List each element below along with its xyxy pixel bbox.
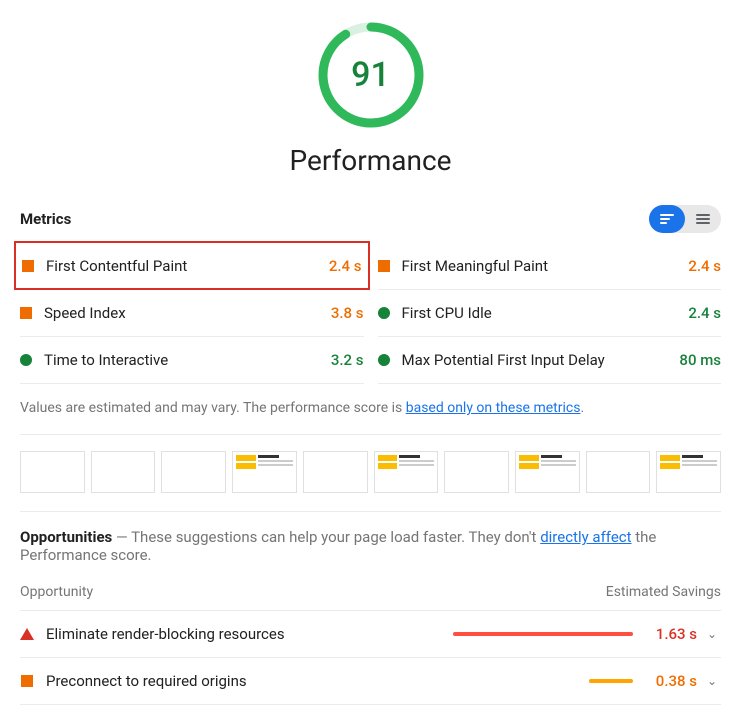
- opportunity-row[interactable]: Preconnect to required origins 0.38 s ⌄: [20, 658, 721, 705]
- metric-label: First Contentful Paint: [46, 257, 329, 275]
- filmstrip-frame: [374, 451, 439, 493]
- metric-value: 2.4 s: [329, 257, 362, 275]
- warning-triangle-icon: [20, 628, 34, 640]
- opportunities-intro: Opportunities — These suggestions can he…: [20, 512, 721, 570]
- opp-col-left: Opportunity: [20, 584, 93, 600]
- chevron-down-icon[interactable]: ⌄: [703, 674, 721, 688]
- bars-icon: [696, 214, 710, 224]
- score-section: 91 Performance: [20, 20, 721, 177]
- filmstrip-frame: [515, 451, 580, 493]
- opportunity-row[interactable]: Eliminate render-blocking resources 1.63…: [20, 611, 721, 658]
- filmstrip-frame: [444, 451, 509, 493]
- metric-row-fcp[interactable]: First Contentful Paint 2.4 s: [14, 241, 370, 290]
- metric-row-fmp[interactable]: First Meaningful Paint 2.4 s: [378, 243, 722, 290]
- status-icon: [20, 354, 32, 366]
- savings-bar: [433, 679, 633, 683]
- filmstrip-frame: [232, 451, 297, 493]
- metric-row-speed-index[interactable]: Speed Index 3.8 s: [20, 290, 364, 337]
- metric-label: First CPU Idle: [402, 304, 689, 322]
- note-text: Values are estimated and may vary. The p…: [20, 400, 406, 416]
- status-icon: [22, 260, 34, 272]
- savings-bar: [433, 632, 633, 636]
- metric-value: 2.4 s: [688, 304, 721, 322]
- metric-row-fid[interactable]: Max Potential First Input Delay 80 ms: [378, 337, 722, 384]
- status-icon: [378, 354, 390, 366]
- metric-value: 80 ms: [679, 351, 721, 369]
- bars-icon: [660, 214, 674, 224]
- chevron-down-icon[interactable]: ⌄: [703, 627, 721, 641]
- status-icon: [20, 307, 32, 319]
- metrics-note: Values are estimated and may vary. The p…: [20, 384, 721, 435]
- filmstrip-frame: [303, 451, 368, 493]
- opportunity-value: 1.63 s: [643, 625, 697, 643]
- warning-square-icon: [20, 675, 34, 687]
- filmstrip-frame: [91, 451, 156, 493]
- note-link[interactable]: based only on these metrics: [406, 400, 581, 416]
- metric-label: Max Potential First Input Delay: [402, 351, 680, 369]
- opportunities-header: Opportunity Estimated Savings: [20, 570, 721, 611]
- score-value: 91: [316, 20, 426, 130]
- metrics-grid: First Contentful Paint 2.4 s First Meani…: [20, 243, 721, 384]
- filmstrip-frame: [20, 451, 85, 493]
- opportunity-label: Preconnect to required origins: [46, 672, 433, 690]
- filmstrip-frame: [586, 451, 651, 493]
- score-gauge: 91: [316, 20, 426, 130]
- metric-value: 2.4 s: [688, 257, 721, 275]
- metric-label: Speed Index: [44, 304, 331, 322]
- view-toggle-expanded[interactable]: [685, 205, 721, 233]
- opportunity-label: Eliminate render-blocking resources: [46, 625, 433, 643]
- filmstrip: [20, 435, 721, 512]
- metrics-heading: Metrics: [20, 210, 71, 228]
- view-toggle: [649, 205, 721, 233]
- opportunities-text: — These suggestions can help your page l…: [112, 528, 540, 546]
- opportunities-label: Opportunities: [20, 528, 112, 546]
- score-title: Performance: [290, 144, 452, 177]
- metric-row-tti[interactable]: Time to Interactive 3.2 s: [20, 337, 364, 384]
- metric-label: Time to Interactive: [44, 351, 331, 369]
- metric-value: 3.2 s: [331, 351, 364, 369]
- status-icon: [378, 307, 390, 319]
- status-icon: [378, 260, 390, 272]
- view-toggle-compact[interactable]: [649, 205, 685, 233]
- filmstrip-frame: [161, 451, 226, 493]
- filmstrip-frame: [656, 451, 721, 493]
- metric-label: First Meaningful Paint: [402, 257, 689, 275]
- metric-value: 3.8 s: [331, 304, 364, 322]
- opp-col-right: Estimated Savings: [606, 584, 721, 600]
- note-suffix: .: [580, 400, 584, 416]
- opportunities-link[interactable]: directly affect: [540, 528, 631, 546]
- opportunity-value: 0.38 s: [643, 672, 697, 690]
- metric-row-cpu-idle[interactable]: First CPU Idle 2.4 s: [378, 290, 722, 337]
